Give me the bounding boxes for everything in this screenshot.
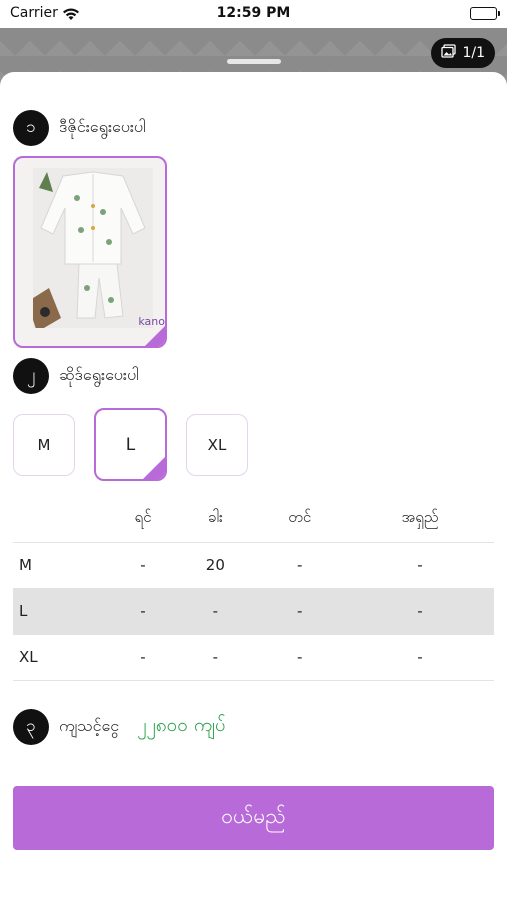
table-cell: XL [13, 634, 109, 681]
table-cell: - [253, 634, 346, 681]
column-header: ခါး [177, 496, 254, 543]
size-option-l[interactable]: L [94, 408, 167, 481]
column-header [13, 496, 109, 543]
size-option-xl[interactable]: XL [186, 413, 248, 476]
table-cell: - [109, 634, 178, 681]
size-option-m[interactable]: M [13, 413, 75, 476]
size-label: M [37, 435, 51, 454]
step-number: ၂ [13, 358, 49, 394]
table-cell: - [177, 634, 254, 681]
table-cell: - [345, 588, 494, 635]
table-cell: - [253, 542, 346, 589]
gallery-icon [441, 44, 457, 62]
clock: 12:59 PM [216, 5, 291, 21]
table-cell: - [345, 634, 494, 681]
selected-corner-tag [143, 457, 165, 479]
table-row: M - 20 - - [13, 542, 494, 589]
step-label: ဒီဇိုင်းရွေးပေးပါ [59, 117, 146, 136]
step-number: ၁ [13, 110, 49, 146]
pajama-image [33, 168, 153, 328]
table-row: L - - - - [13, 588, 494, 635]
size-label: XL [207, 435, 227, 454]
status-bar: Carrier 12:59 PM [0, 0, 507, 28]
battery-icon [470, 7, 500, 20]
table-cell: - [253, 588, 346, 635]
bottom-sheet: ၁ ဒီဇိုင်းရွေးပေးပါ kano ၂ ဆိုဒ်ရွေးပေးပ… [0, 59, 507, 900]
column-header: တင် [253, 496, 346, 543]
table-cell: 20 [177, 542, 254, 589]
table-cell: - [109, 542, 178, 589]
table-header-row: ရင် ခါး တင် အရှည် [13, 496, 494, 543]
column-header: ရင် [109, 496, 178, 543]
buy-button[interactable]: ဝယ်မည် [13, 786, 494, 850]
table-cell: M [13, 542, 109, 589]
step-label: ကျသင့်ငွေ [59, 716, 120, 735]
selected-corner-tag [145, 326, 165, 346]
price-value: ၂၂၈၀၀ ကျပ် [137, 714, 226, 736]
step-label: ဆိုဒ်ရွေးပေးပါ [59, 365, 139, 384]
drag-handle[interactable] [227, 59, 281, 64]
step-price: ၃ ကျသင့်ငွေ ၂၂၈၀၀ ကျပ် [13, 709, 226, 745]
table-cell: L [13, 588, 109, 635]
photo-counter-text: 1/1 [462, 45, 485, 61]
size-label: L [125, 434, 136, 455]
column-header: အရှည် [345, 496, 494, 543]
photo-counter[interactable]: 1/1 [431, 38, 495, 68]
table-row: XL - - - - [13, 634, 494, 681]
step-size: ၂ ဆိုဒ်ရွေးပေးပါ [13, 358, 139, 394]
size-chart-table: ရင် ခါး တင် အရှည် M - 20 - - L - - - - X… [13, 496, 494, 681]
table-cell: - [177, 588, 254, 635]
size-options: M L XL [13, 408, 248, 481]
screen: Carrier 12:59 PM 1/1 ၁ ဒီဇိုင်းရွေးပေးပါ [0, 0, 507, 900]
step-number: ၃ [13, 709, 49, 745]
step-design: ၁ ဒီဇိုင်းရွေးပေးပါ [13, 110, 146, 146]
design-option[interactable]: kano [13, 156, 167, 348]
table-cell: - [109, 588, 178, 635]
table-cell: - [345, 542, 494, 589]
